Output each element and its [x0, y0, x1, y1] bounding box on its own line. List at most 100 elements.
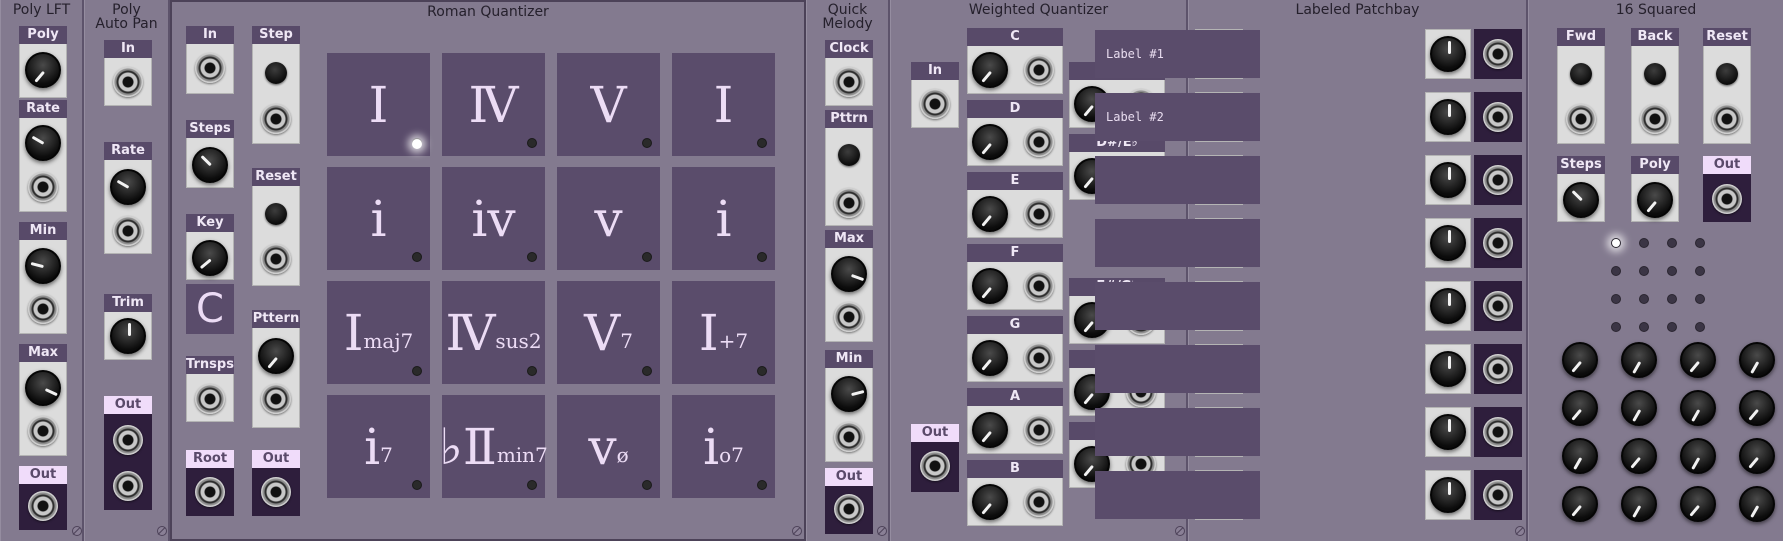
reset-button[interactable] [265, 203, 287, 225]
step-value-knob[interactable] [1680, 390, 1716, 426]
chord-cell[interactable]: Ⅳsus2 [442, 281, 545, 384]
in-jack[interactable] [113, 67, 143, 97]
out-jack[interactable] [28, 491, 58, 521]
out-right-jack[interactable] [113, 471, 143, 501]
pttern-jack[interactable] [261, 384, 291, 414]
note-f-weight-knob[interactable] [972, 268, 1008, 304]
key-knob[interactable] [192, 240, 228, 276]
pttrn-button[interactable] [838, 144, 860, 166]
chord-cell[interactable]: i o7 [672, 395, 775, 498]
chord-cell[interactable]: ♭Ⅱ min7 [439, 395, 548, 498]
patch-output-jack[interactable] [1483, 480, 1513, 510]
patch-label-field[interactable] [1095, 471, 1260, 519]
patch-label-field[interactable] [1095, 408, 1260, 456]
patch-level-knob[interactable] [1430, 477, 1466, 513]
step-value-knob[interactable] [1680, 486, 1716, 522]
step-value-knob[interactable] [1562, 390, 1598, 426]
patch-level-knob[interactable] [1430, 99, 1466, 135]
note-b-cv-jack[interactable] [1024, 487, 1054, 517]
note-g-cv-jack[interactable] [1024, 343, 1054, 373]
reset-button[interactable] [1716, 63, 1738, 85]
step-value-knob[interactable] [1621, 486, 1657, 522]
note-a-cv-jack[interactable] [1024, 415, 1054, 445]
step-value-knob[interactable] [1739, 486, 1775, 522]
max-knob[interactable] [25, 370, 61, 406]
steps-knob[interactable] [192, 147, 228, 183]
patch-level-knob[interactable] [1430, 36, 1466, 72]
max-cv-jack[interactable] [834, 302, 864, 332]
chord-cell[interactable]: Ⅳ [442, 53, 545, 156]
chord-cell[interactable]: i [672, 167, 775, 270]
patch-label-field[interactable] [1095, 219, 1260, 267]
min-cv-jack[interactable] [28, 294, 58, 324]
chord-cell[interactable]: V7 [557, 281, 660, 384]
step-jack[interactable] [261, 104, 291, 134]
patch-output-jack[interactable] [1483, 354, 1513, 384]
back-button[interactable] [1644, 63, 1666, 85]
step-value-knob[interactable] [1562, 342, 1598, 378]
patch-label-field[interactable] [1095, 282, 1260, 330]
note-d-cv-jack[interactable] [1024, 127, 1054, 157]
note-g-weight-knob[interactable] [972, 340, 1008, 376]
note-c-cv-jack[interactable] [1024, 55, 1054, 85]
reset-jack[interactable] [1712, 104, 1742, 134]
chord-cell[interactable]: vø [557, 395, 660, 498]
in-jack[interactable] [195, 53, 225, 83]
step-value-knob[interactable] [1739, 390, 1775, 426]
chord-cell[interactable]: i7 [327, 395, 430, 498]
out-jack[interactable] [1712, 184, 1742, 214]
note-b-weight-knob[interactable] [972, 484, 1008, 520]
note-e-cv-jack[interactable] [1024, 199, 1054, 229]
note-f-cv-jack[interactable] [1024, 271, 1054, 301]
fwd-jack[interactable] [1566, 104, 1596, 134]
rate-cv-jack[interactable] [113, 216, 143, 246]
step-value-knob[interactable] [1621, 390, 1657, 426]
patch-output-jack[interactable] [1483, 102, 1513, 132]
back-jack[interactable] [1640, 104, 1670, 134]
note-e-weight-knob[interactable] [972, 196, 1008, 232]
patch-level-knob[interactable] [1430, 414, 1466, 450]
min-knob[interactable] [831, 376, 867, 412]
chord-cell[interactable]: Imaj7 [327, 281, 430, 384]
rate-cv-jack[interactable] [28, 172, 58, 202]
reset-jack[interactable] [261, 244, 291, 274]
patch-level-knob[interactable] [1430, 288, 1466, 324]
patch-label-field[interactable] [1095, 345, 1260, 393]
out-left-jack[interactable] [113, 425, 143, 455]
fwd-button[interactable] [1570, 63, 1592, 85]
step-value-knob[interactable] [1621, 438, 1657, 474]
out-jack[interactable] [920, 451, 950, 481]
step-value-knob[interactable] [1621, 342, 1657, 378]
patch-output-jack[interactable] [1483, 228, 1513, 258]
step-value-knob[interactable] [1739, 342, 1775, 378]
poly-knob[interactable] [25, 52, 61, 88]
step-value-knob[interactable] [1739, 438, 1775, 474]
min-cv-jack[interactable] [834, 422, 864, 452]
step-button[interactable] [265, 62, 287, 84]
out-jack[interactable] [834, 494, 864, 524]
steps-knob[interactable] [1563, 182, 1599, 218]
patch-label-field[interactable]: Label #2 [1095, 93, 1260, 141]
root-jack[interactable] [195, 477, 225, 507]
trnsps-jack[interactable] [195, 384, 225, 414]
step-value-knob[interactable] [1562, 438, 1598, 474]
rate-knob[interactable] [25, 125, 61, 161]
chord-cell[interactable]: iv [442, 167, 545, 270]
note-a-weight-knob[interactable] [972, 412, 1008, 448]
note-d-weight-knob[interactable] [972, 124, 1008, 160]
chord-cell[interactable]: I [672, 53, 775, 156]
patch-label-field[interactable]: Label #1 [1095, 30, 1260, 78]
pttern-knob[interactable] [258, 338, 294, 374]
patch-level-knob[interactable] [1430, 225, 1466, 261]
patch-output-jack[interactable] [1483, 39, 1513, 69]
note-c-weight-knob[interactable] [972, 52, 1008, 88]
out-jack[interactable] [261, 477, 291, 507]
chord-cell[interactable]: i [327, 167, 430, 270]
chord-cell[interactable]: v [557, 167, 660, 270]
rate-knob[interactable] [110, 169, 146, 205]
pttrn-jack[interactable] [834, 188, 864, 218]
max-cv-jack[interactable] [28, 416, 58, 446]
patch-label-field[interactable] [1095, 156, 1260, 204]
poly-knob[interactable] [1637, 182, 1673, 218]
max-knob[interactable] [831, 256, 867, 292]
